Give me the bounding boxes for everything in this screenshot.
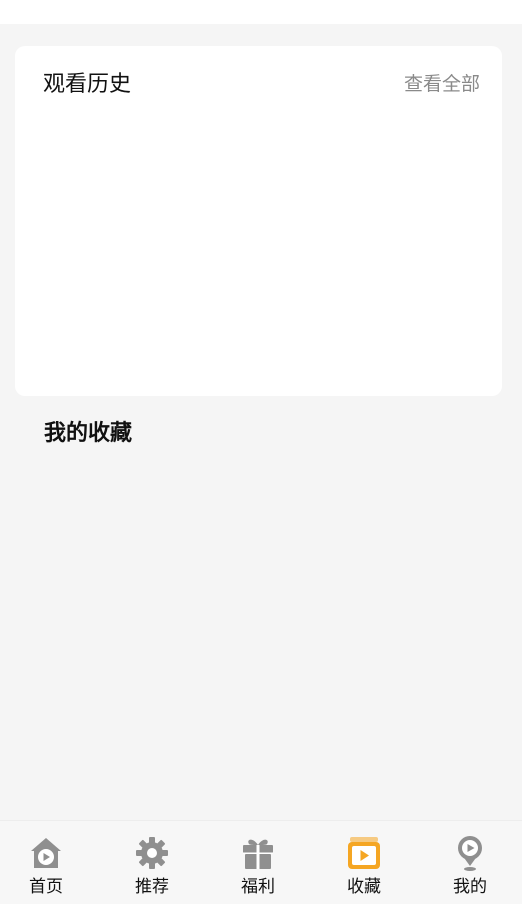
tv-play-icon: [346, 835, 382, 871]
gear-icon: [134, 835, 170, 871]
home-play-icon: [28, 835, 64, 871]
gift-icon: [240, 835, 276, 871]
tab-home[interactable]: 首页: [0, 821, 98, 904]
view-all-link[interactable]: 查看全部: [404, 70, 480, 98]
tab-recommend[interactable]: 推荐: [100, 821, 204, 904]
watch-history-card: 观看历史 查看全部: [15, 46, 502, 396]
tab-favorites-label: 收藏: [347, 877, 381, 897]
tab-mine[interactable]: 我的: [418, 821, 522, 904]
watch-history-title: 观看历史: [43, 72, 132, 97]
tab-recommend-label: 推荐: [135, 877, 169, 897]
tab-welfare[interactable]: 福利: [206, 821, 310, 904]
profile-pin-icon: [452, 835, 488, 871]
tab-favorites[interactable]: 收藏: [312, 821, 416, 904]
tab-welfare-label: 福利: [241, 877, 275, 897]
favorites-title: 我的收藏: [44, 421, 133, 446]
tab-mine-label: 我的: [453, 877, 487, 897]
bottom-tab-bar: 首页 推荐 福利 收藏 我的: [0, 820, 522, 904]
status-bar: [0, 0, 522, 24]
tab-home-label: 首页: [29, 877, 63, 897]
